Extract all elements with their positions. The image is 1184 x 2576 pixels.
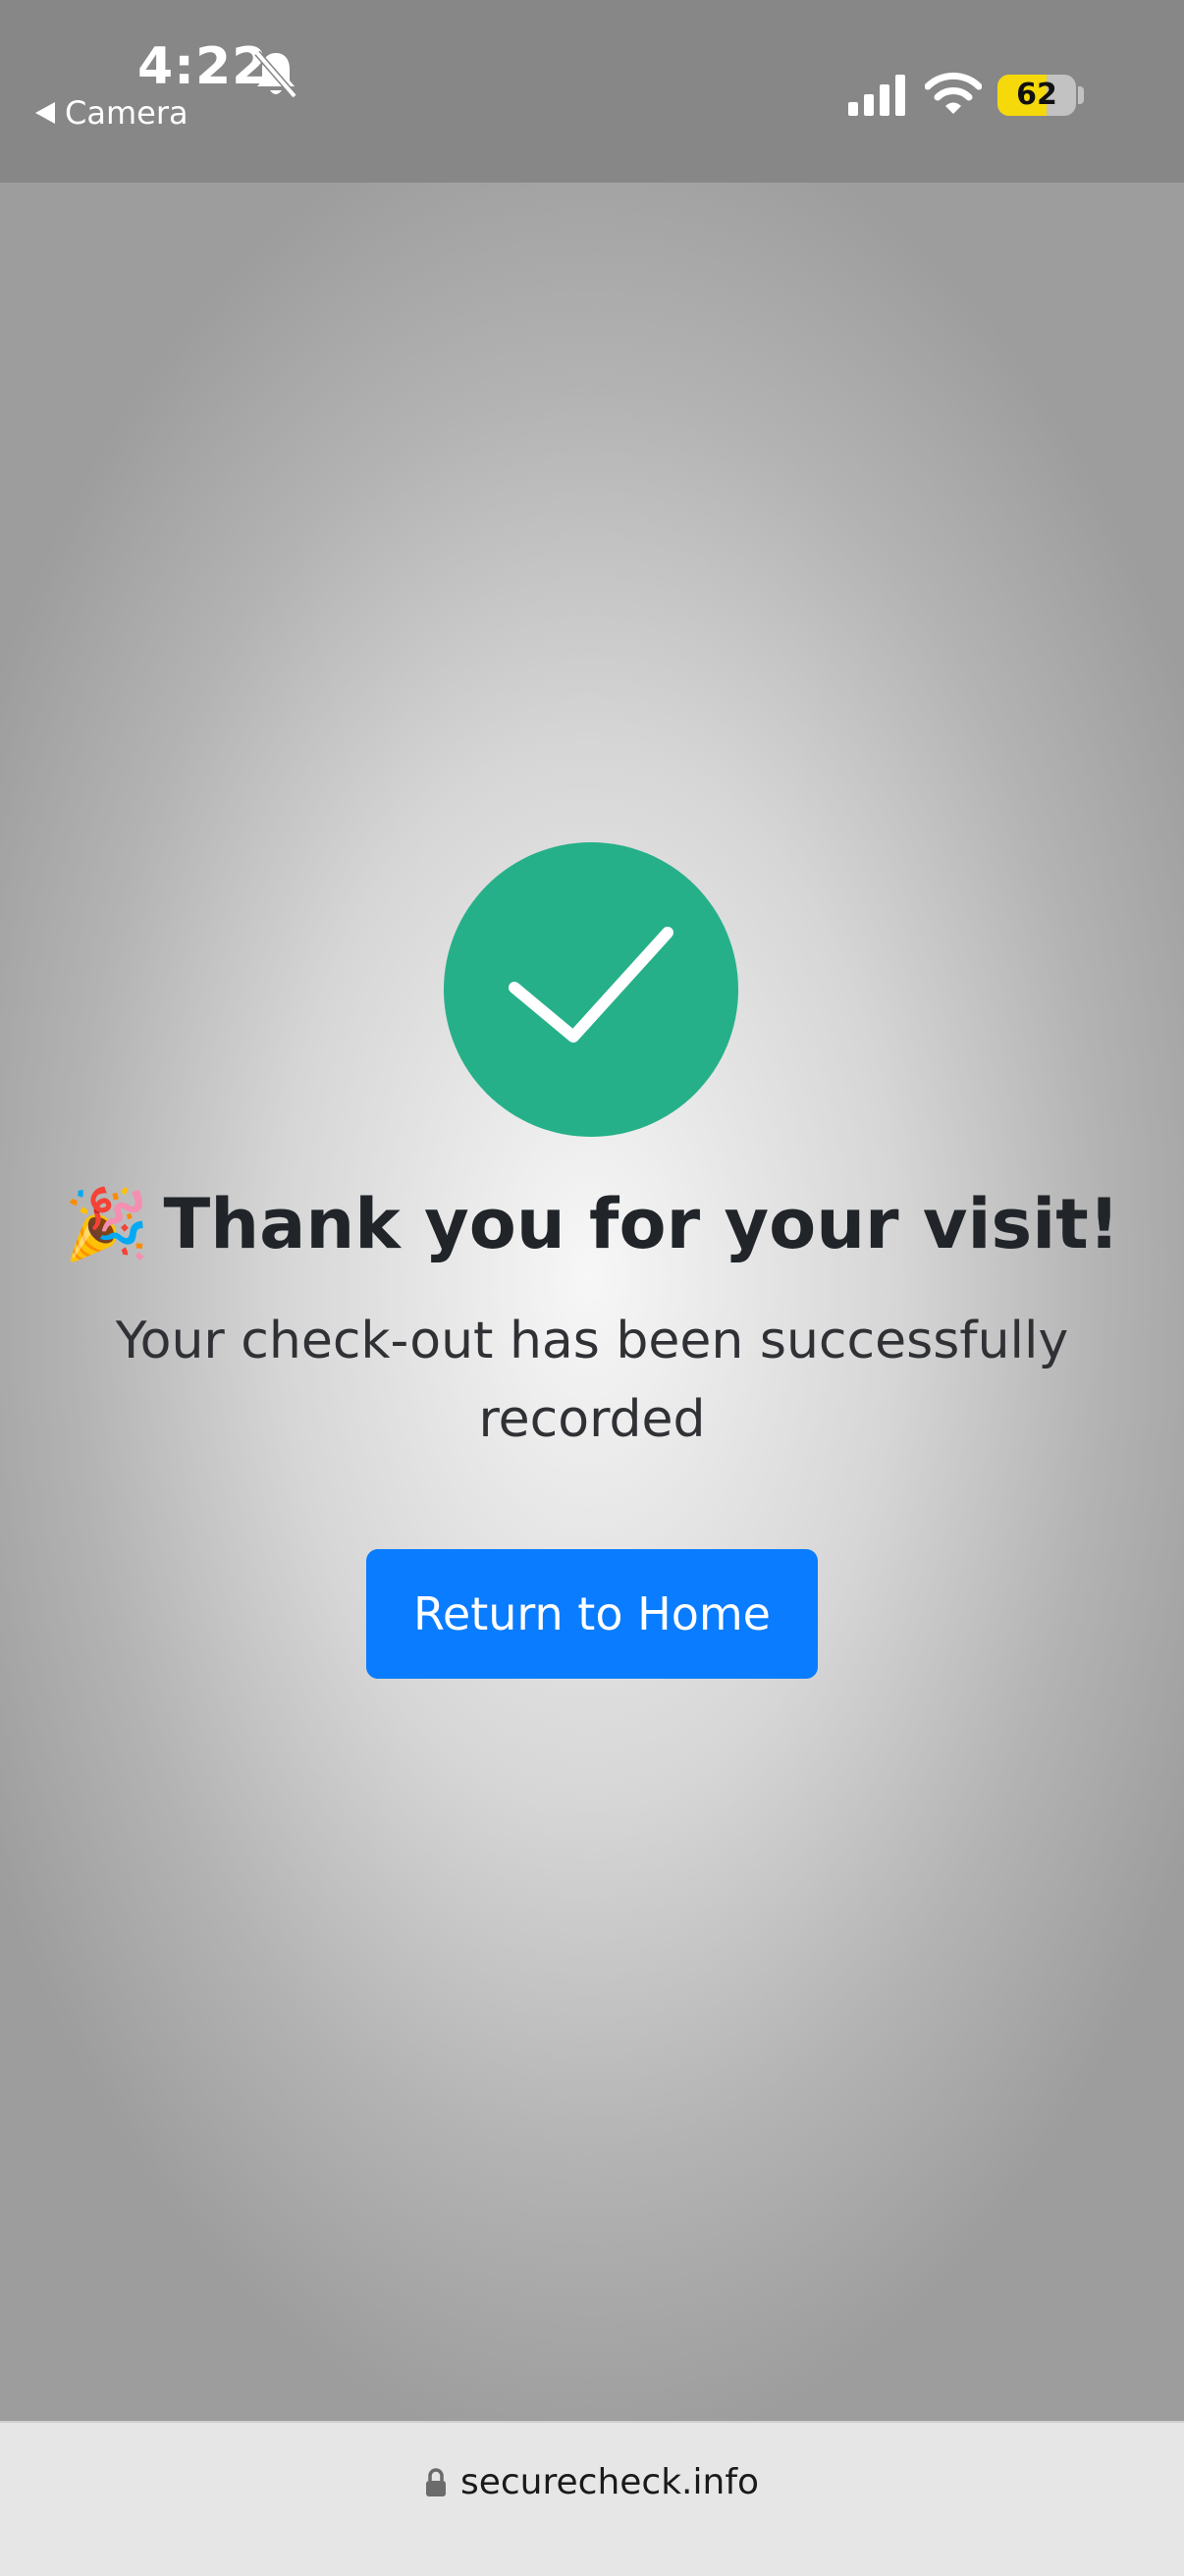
return-home-button[interactable]: Return to Home	[366, 1549, 818, 1679]
battery-icon: 62	[997, 75, 1076, 116]
browser-url-bar[interactable]: securecheck.info	[0, 2421, 1184, 2576]
bell-slash-icon	[254, 50, 297, 99]
checkout-confirmation-message: Your check-out has been successfully rec…	[115, 1312, 1069, 1449]
wifi-icon	[925, 72, 982, 114]
url-text: securecheck.info	[459, 2462, 760, 2502]
back-to-camera-link[interactable]: Camera	[35, 94, 188, 132]
battery-percentage: 62	[1016, 78, 1057, 112]
url-display[interactable]: securecheck.info	[0, 2462, 1184, 2502]
status-bar: 4:22 Camera 62	[0, 0, 1184, 183]
page-title: 🎉 Thank you for your visit!	[0, 1184, 1184, 1265]
cellular-signal-icon	[848, 75, 905, 116]
lock-icon	[425, 2467, 446, 2496]
clock: 4:22	[137, 37, 269, 96]
page-title-text: Thank you for your visit!	[163, 1184, 1120, 1264]
checkmark-circle-icon	[444, 842, 738, 1137]
back-link-label: Camera	[65, 94, 188, 132]
back-arrow-icon	[35, 102, 55, 124]
battery-cap	[1078, 86, 1084, 104]
party-popper-icon: 🎉	[64, 1184, 150, 1264]
